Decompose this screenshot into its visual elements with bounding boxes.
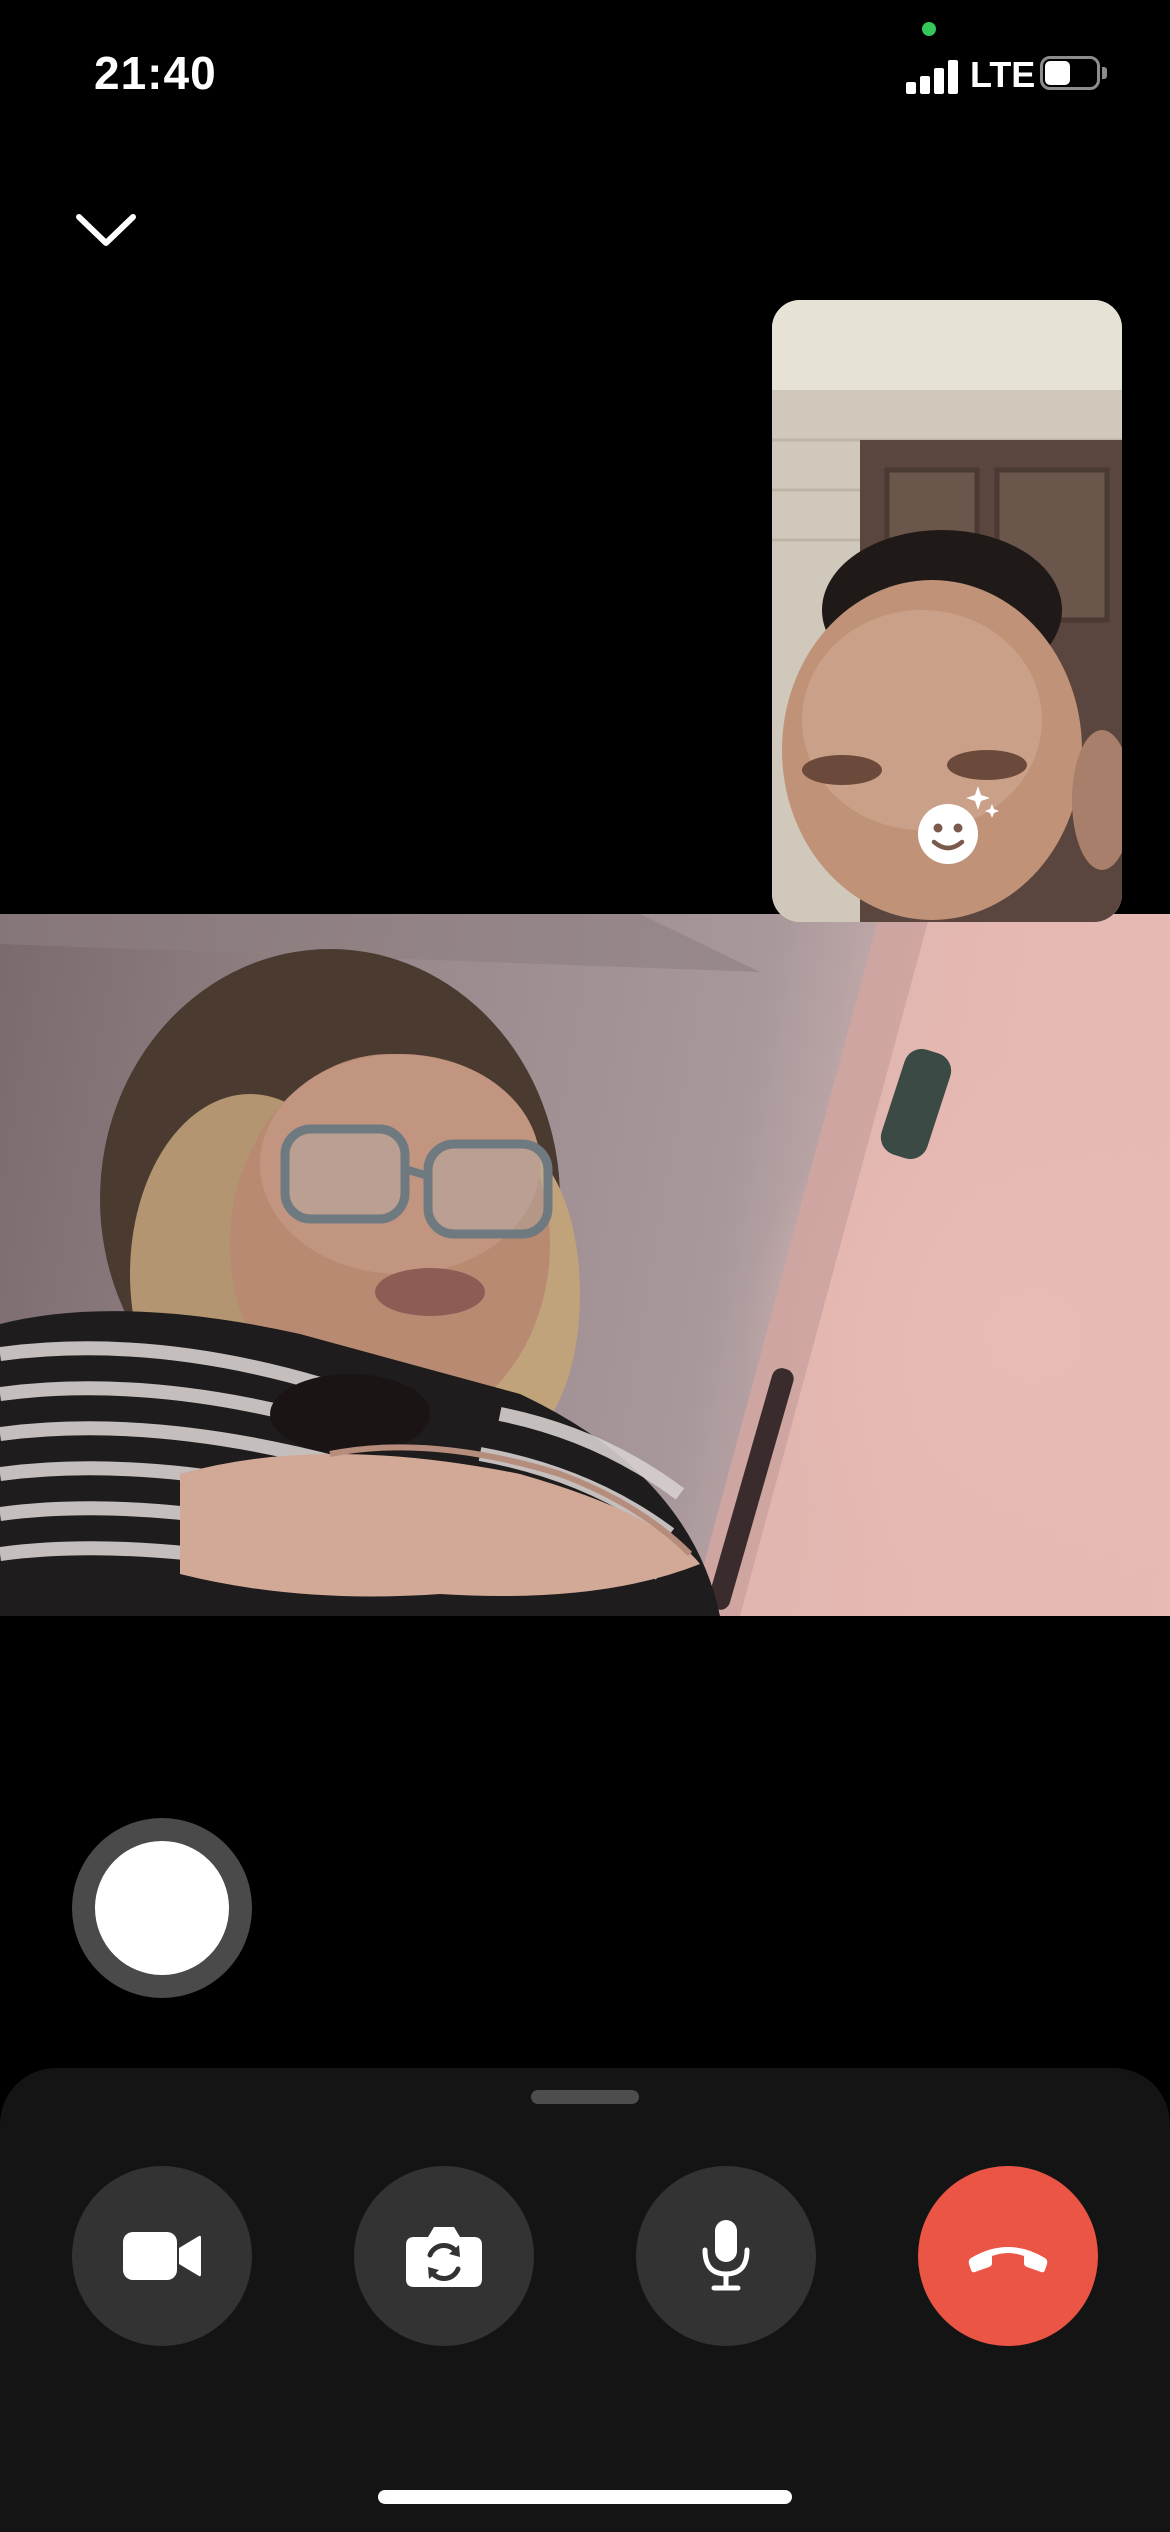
video-camera-icon <box>123 2232 201 2280</box>
camera-toggle-button[interactable] <box>72 2166 252 2346</box>
shutter-icon <box>95 1841 229 1975</box>
network-type: LTE <box>970 54 1036 95</box>
capture-photo-button[interactable] <box>72 1818 252 1998</box>
sheet-grabber[interactable] <box>531 2090 639 2104</box>
end-call-button[interactable] <box>918 2166 1098 2346</box>
remote-video-frame <box>0 914 1170 1616</box>
self-view-video[interactable] <box>772 300 1122 922</box>
remote-video[interactable] <box>0 914 1170 1616</box>
home-indicator[interactable] <box>378 2490 792 2504</box>
camera-in-use-indicator <box>922 22 936 36</box>
status-bar: 21:40 LTE <box>0 0 1170 150</box>
phone-hangup-icon <box>968 2247 1048 2273</box>
mute-button[interactable] <box>636 2166 816 2346</box>
camera-flip-icon <box>406 2227 482 2287</box>
effects-button[interactable] <box>910 780 1002 872</box>
minimize-call-button[interactable] <box>66 200 146 260</box>
battery-icon <box>1040 56 1108 90</box>
call-controls-panel[interactable] <box>0 2068 1170 2532</box>
chevron-down-icon <box>76 214 136 246</box>
signal-strength-icon <box>906 58 960 94</box>
microphone-icon <box>702 2220 750 2291</box>
status-time: 21:40 <box>94 47 217 99</box>
smiley-sparkle-icon <box>918 786 999 864</box>
flip-camera-button[interactable] <box>354 2166 534 2346</box>
